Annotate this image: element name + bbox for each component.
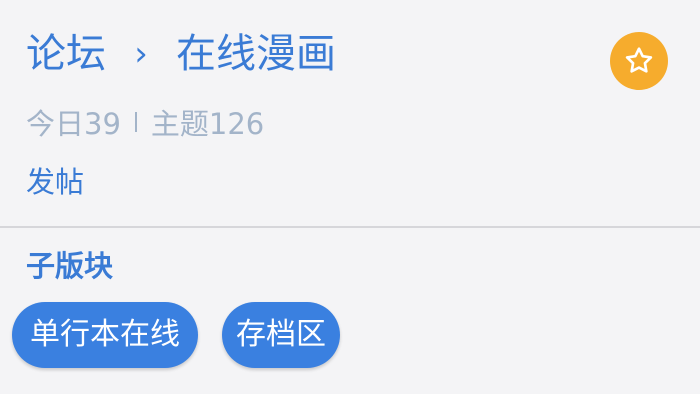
new-post-button[interactable]: 发帖	[26, 162, 84, 202]
today-count: 今日39	[26, 107, 121, 141]
topic-count: 主题126	[150, 107, 265, 141]
stats-divider	[134, 112, 137, 132]
subforum-chip-archive[interactable]: 存档区	[222, 302, 340, 368]
section-divider	[0, 226, 700, 228]
forum-page: 论坛 › 在线漫画 今日39 主题126 发帖 子版块 单行本在线 存档区	[0, 0, 700, 394]
breadcrumb: 论坛 › 在线漫画	[26, 26, 336, 82]
favorite-button[interactable]	[610, 32, 668, 90]
breadcrumb-forum-link[interactable]: 论坛	[26, 26, 106, 82]
subforum-chip-single-volume[interactable]: 单行本在线	[12, 302, 198, 368]
forum-header: 论坛 › 在线漫画 今日39 主题126 发帖	[0, 0, 700, 226]
forum-stats: 今日39 主题126	[26, 102, 264, 142]
subforum-list: 单行本在线 存档区	[12, 302, 340, 368]
subforums-title: 子版块	[26, 249, 114, 283]
breadcrumb-current: 在线漫画	[176, 31, 336, 77]
star-icon	[625, 47, 653, 73]
breadcrumb-separator-icon: ›	[134, 34, 148, 74]
